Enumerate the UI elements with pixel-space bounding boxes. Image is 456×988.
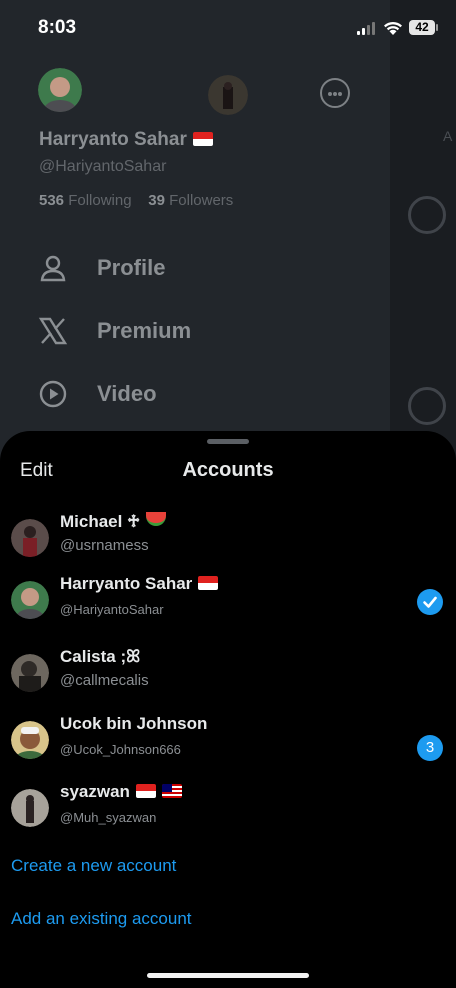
watermelon-emoji-icon [146, 512, 167, 526]
account-row-michael[interactable]: Michael ♱ @usrnamess [0, 510, 456, 570]
drawer-handle: @HariyantoSahar [39, 158, 167, 175]
account-name: Harryanto Sahar [60, 574, 219, 594]
avatar [11, 519, 49, 557]
sheet-grabber[interactable] [207, 439, 249, 444]
accounts-sheet: Accounts Edit Michael ♱ @usrnamess Harry… [0, 431, 456, 988]
menu-label-profile: Profile [97, 255, 166, 280]
profile-avatar[interactable] [38, 68, 82, 112]
account-handle: @callmecalis [60, 672, 149, 689]
menu-label-premium: Premium [97, 318, 192, 343]
placeholder-avatar-icon [408, 387, 446, 425]
indonesia-flag-icon [198, 576, 219, 590]
account-row-calista[interactable]: Calista ;ꕤ @callmecalis [0, 645, 456, 705]
account-handle: @Ucok_Johnson666 [60, 742, 181, 757]
placeholder-avatar-icon [408, 196, 446, 234]
avatar [11, 721, 49, 759]
account-row-harryanto[interactable]: Harryanto Sahar @HariyantoSahar [0, 572, 456, 632]
menu-label-video: Video [97, 381, 157, 406]
sheet-title: Accounts [182, 459, 274, 481]
avatar [11, 654, 49, 692]
account-name: Calista ;ꕤ [60, 647, 141, 666]
play-circle-icon [39, 380, 67, 408]
indonesia-flag-icon [192, 132, 213, 146]
account-handle: @HariyantoSahar [60, 602, 164, 617]
avatar [11, 789, 49, 827]
cellular-signal-icon [357, 22, 375, 35]
account-name: Ucok bin Johnson [60, 714, 208, 733]
edit-button[interactable]: Edit [20, 460, 53, 482]
battery-indicator: 42 [409, 20, 435, 35]
selected-check-icon [417, 589, 443, 615]
status-bar: 8:03 42 [0, 0, 456, 56]
avatar [11, 581, 49, 619]
person-icon [40, 255, 66, 282]
drawer-display-name: Harryanto Sahar [39, 129, 213, 151]
followers-count: 39 [148, 192, 165, 209]
malaysia-flag-icon [161, 784, 182, 798]
battery-tip [436, 24, 438, 31]
add-existing-account-link[interactable]: Add an existing account [11, 909, 192, 929]
wifi-icon [384, 21, 402, 35]
status-time: 8:03 [38, 17, 77, 38]
follow-stats[interactable]: 536 Following 39 Followers [39, 192, 233, 209]
other-account-avatar[interactable] [208, 75, 248, 115]
more-accounts-button[interactable] [320, 78, 350, 108]
account-name: syazwan [60, 782, 182, 802]
home-indicator[interactable] [147, 973, 309, 978]
timeline-tab-peek: A [443, 128, 453, 144]
notification-badge: 3 [417, 735, 443, 761]
indonesia-flag-icon [135, 784, 156, 798]
account-row-ucok[interactable]: Ucok bin Johnson @Ucok_Johnson666 3 [0, 712, 456, 772]
following-label: Following [68, 192, 132, 209]
x-logo-icon [38, 317, 68, 345]
followers-label: Followers [169, 192, 234, 209]
following-count: 536 [39, 192, 65, 209]
account-row-syazwan[interactable]: syazwan @Muh_syazwan [0, 780, 456, 840]
create-account-link[interactable]: Create a new account [11, 856, 176, 876]
account-name: Michael ♱ [60, 512, 167, 532]
account-handle: @usrnamess [60, 537, 149, 554]
account-handle: @Muh_syazwan [60, 810, 157, 825]
